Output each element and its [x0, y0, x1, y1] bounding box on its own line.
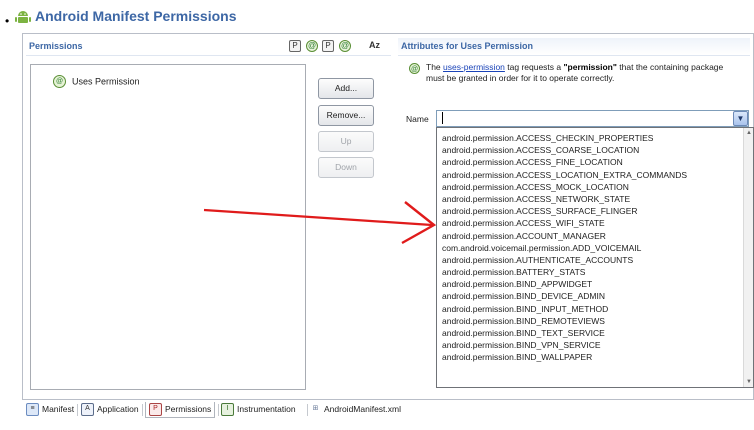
annotation-arrow-icon [203, 201, 437, 245]
scroll-down-icon[interactable]: ▼ [746, 379, 752, 385]
permission-option[interactable]: android.permission.BIND_INPUT_METHOD [442, 303, 742, 315]
permission-option[interactable]: android.permission.BIND_WALLPAPER [442, 351, 742, 363]
dropdown-arrow-icon[interactable]: ▼ [733, 111, 748, 126]
android-icon [15, 11, 31, 23]
permission-option[interactable]: android.permission.BIND_VPN_SERVICE [442, 339, 742, 351]
tab-separator [218, 404, 219, 416]
tab-application[interactable]: A Application [81, 402, 139, 417]
name-field-label: Name [406, 114, 429, 124]
filter-permission-tree-icon[interactable]: P [322, 40, 334, 52]
tab-permissions[interactable]: P Permissions [145, 402, 216, 418]
up-button[interactable]: Up [318, 131, 374, 152]
permission-option[interactable]: android.permission.ACCOUNT_MANAGER [442, 230, 742, 242]
tab-separator [77, 404, 78, 416]
application-tab-icon: A [81, 403, 94, 417]
permission-option[interactable]: android.permission.BIND_TEXT_SERVICE [442, 327, 742, 339]
sort-az-icon[interactable]: Az [369, 40, 380, 50]
permission-option[interactable]: android.permission.ACCESS_LOCATION_EXTRA… [442, 169, 742, 181]
permission-dropdown-list[interactable]: android.permission.ACCESS_CHECKIN_PROPER… [436, 127, 754, 388]
text-caret [442, 112, 443, 124]
permission-option[interactable]: com.android.voicemail.permission.ADD_VOI… [442, 242, 742, 254]
tab-separator [142, 404, 143, 416]
uses-permission-icon: @ [53, 75, 66, 88]
page-title: Android Manifest Permissions [35, 8, 237, 24]
manifest-tab-icon: ≡ [26, 403, 39, 417]
tab-separator [307, 404, 308, 416]
permission-option[interactable]: android.permission.ACCESS_NETWORK_STATE [442, 193, 742, 205]
permissions-section-title: Permissions [29, 41, 83, 51]
name-combobox[interactable] [436, 110, 749, 127]
remove-button[interactable]: Remove... [318, 105, 374, 126]
attributes-section-title: Attributes for Uses Permission [401, 41, 534, 51]
tree-item-uses-permission[interactable]: @ Uses Permission [53, 75, 140, 88]
uses-permission-link[interactable]: uses-permission [443, 62, 505, 72]
scroll-up-icon[interactable]: ▲ [746, 130, 752, 136]
permission-option[interactable]: android.permission.ACCESS_SURFACE_FLINGE… [442, 205, 742, 217]
xml-file-icon: ⊞ [312, 405, 319, 413]
permission-option[interactable]: android.permission.BIND_APPWIDGET [442, 278, 742, 290]
tree-item-label: Uses Permission [72, 76, 140, 87]
instrumentation-tab-icon: I [221, 403, 234, 417]
list-bullet: • [5, 14, 10, 28]
tab-manifest[interactable]: ≡ Manifest [26, 402, 74, 417]
permission-option[interactable]: android.permission.ACCESS_FINE_LOCATION [442, 156, 742, 168]
down-button[interactable]: Down [318, 157, 374, 178]
permission-option[interactable]: android.permission.BATTERY_STATS [442, 266, 742, 278]
permission-option[interactable]: android.permission.BIND_DEVICE_ADMIN [442, 290, 742, 302]
permission-option[interactable]: android.permission.ACCESS_COARSE_LOCATIO… [442, 144, 742, 156]
permission-option[interactable]: android.permission.ACCESS_MOCK_LOCATION [442, 181, 742, 193]
tab-androidmanifest-xml[interactable]: ⊞ AndroidManifest.xml [310, 402, 401, 417]
permission-option[interactable]: android.permission.ACCESS_CHECKIN_PROPER… [442, 132, 742, 144]
tab-instrumentation[interactable]: I Instrumentation [221, 402, 296, 417]
add-button[interactable]: Add... [318, 78, 374, 99]
uses-permission-info-icon: @ [409, 63, 420, 74]
permission-option[interactable]: android.permission.AUTHENTICATE_ACCOUNTS [442, 254, 742, 266]
filter-permission-group-icon[interactable]: @ [339, 40, 351, 52]
attribute-description: The uses-permission tag requests a "perm… [426, 62, 724, 83]
filter-uses-permission-icon[interactable]: @ [306, 40, 318, 52]
filter-permission-icon[interactable]: P [289, 40, 301, 52]
dropdown-scrollbar[interactable]: ▲ ▼ [743, 128, 753, 387]
permissions-tab-icon: P [149, 403, 162, 417]
permission-option[interactable]: android.permission.ACCESS_WIFI_STATE [442, 217, 742, 229]
permission-option[interactable]: android.permission.BIND_REMOTEVIEWS [442, 315, 742, 327]
